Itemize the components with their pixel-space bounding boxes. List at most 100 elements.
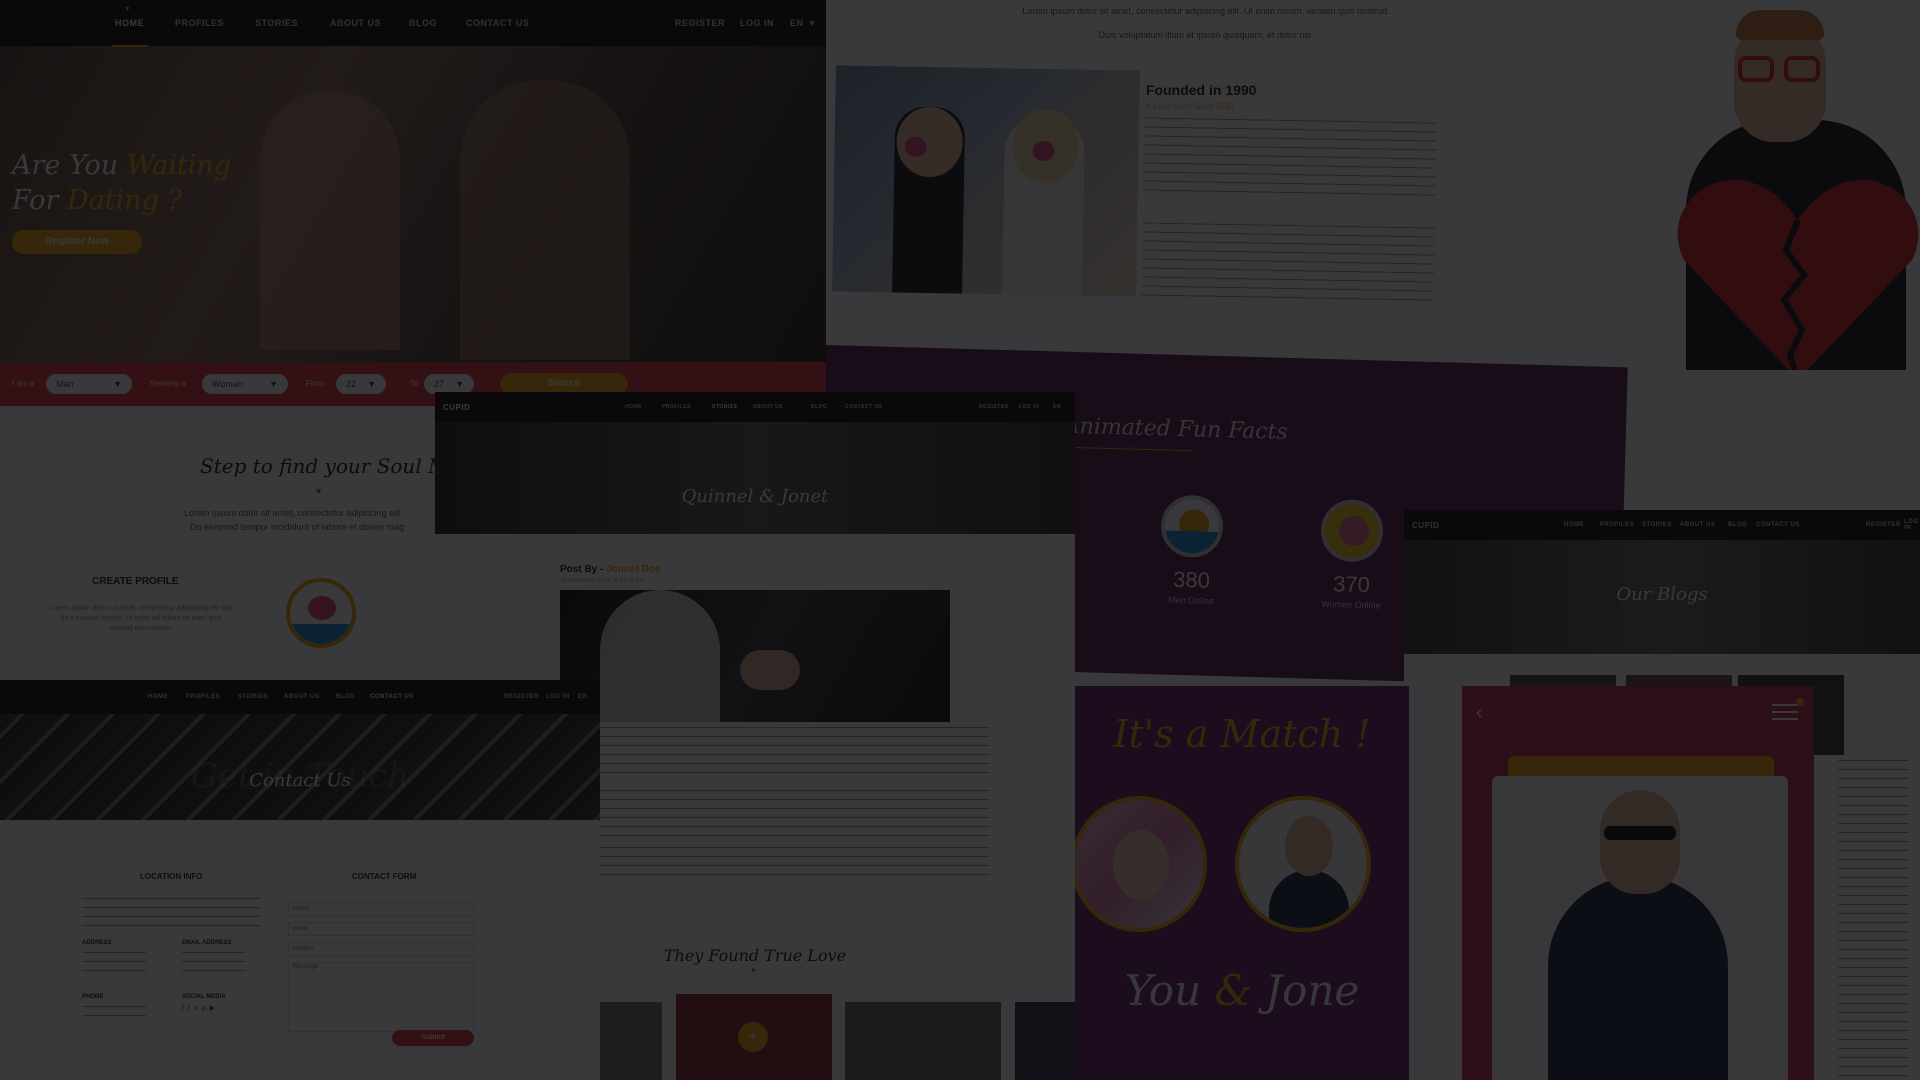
i-am-select[interactable]: Man ▼ — [46, 374, 132, 394]
nav-contact[interactable]: CONTACT US — [466, 18, 529, 28]
nav-blog[interactable]: BLOG — [1728, 522, 1747, 528]
nav-home[interactable]: HOME — [148, 694, 168, 700]
from-age-select[interactable]: 22 ▼ — [336, 374, 386, 394]
post-by-name[interactable]: Jonnet Doe — [606, 564, 660, 575]
subject-input[interactable] — [288, 942, 474, 956]
mobile-mockup: ‹ — [1462, 686, 1814, 1080]
post-by-line: Post By - Jonnet Doe — [560, 564, 661, 575]
match-panel: It's a Match ! You & Jone — [1075, 686, 1409, 1080]
chevron-down-icon: ▼ — [455, 379, 464, 389]
youtube-icon[interactable]: ▶ — [210, 1005, 219, 1012]
nav-stories[interactable]: STORIES — [255, 18, 298, 28]
nav-about[interactable]: ABOUT US — [1680, 522, 1715, 528]
women-online-count: 370 — [1332, 571, 1371, 598]
chevron-down-icon: ▼ — [113, 379, 122, 389]
seeking-select[interactable]: Woman ▼ — [202, 374, 288, 394]
language-select[interactable]: EN — [1053, 404, 1061, 410]
create-profile-title: CREATE PROFILE — [92, 576, 179, 587]
nav-contact[interactable]: CONTACT US — [1756, 522, 1800, 528]
language-select[interactable]: EN — [578, 694, 587, 700]
nav-profiles[interactable]: PROFILES — [186, 694, 220, 700]
language-select[interactable]: EN — [790, 18, 804, 28]
match-title: It's a Match ! — [1113, 712, 1371, 756]
back-icon[interactable]: ‹ — [1476, 702, 1483, 725]
seeking-label: Seeking a — [150, 379, 186, 388]
location-info-text — [82, 898, 260, 926]
nav-home[interactable]: HOME — [1564, 522, 1584, 528]
name-input[interactable] — [288, 902, 474, 916]
register-link[interactable]: REGISTER — [504, 694, 539, 700]
email-heading: EMAIL ADDRESS — [182, 940, 232, 946]
notification-badge — [1796, 698, 1804, 706]
message-textarea[interactable] — [288, 962, 474, 1032]
nav-stories[interactable]: STORIES — [1642, 522, 1672, 528]
post-by-label: Post By - — [560, 564, 604, 575]
nav-blog[interactable]: BLOG — [811, 404, 827, 410]
story-banner-title: Quinnel & Jonet — [681, 486, 829, 507]
create-profile-icon — [286, 578, 356, 648]
hero-title: Are You Waiting For Dating ? — [12, 148, 231, 218]
nav-about[interactable]: ABOUT US — [330, 18, 381, 28]
hero-title-part1: Are You — [12, 150, 119, 181]
nav-stories[interactable]: STORIES — [712, 404, 737, 410]
email-input[interactable] — [288, 922, 474, 936]
to-label: To — [410, 379, 419, 388]
nav-about[interactable]: ABOUT US — [284, 694, 319, 700]
chevron-down-icon: ▼ — [269, 379, 278, 389]
login-link[interactable]: LOG IN — [740, 18, 774, 28]
story-paragraph-3 — [600, 847, 990, 883]
create-profile-text: Lorem ipsum dolor sit amet, consectetur … — [50, 605, 232, 632]
story-paragraph-1 — [600, 727, 990, 775]
submit-button[interactable]: Submit — [392, 1030, 474, 1046]
register-link[interactable]: REGISTER — [675, 18, 725, 28]
nav-blog[interactable]: BLOG — [409, 18, 437, 28]
about-intro-line2: Duis voluptatum illum et ipsum quisquam,… — [1098, 30, 1314, 40]
profile-card[interactable] — [1492, 776, 1788, 1080]
address-text — [82, 952, 146, 978]
register-now-button[interactable]: Register Now — [12, 230, 142, 254]
broken-heart-person-image — [1646, 0, 1920, 370]
social-icons: ftop▶ — [182, 1004, 219, 1012]
to-age-value: 27 — [434, 379, 445, 389]
blog-banner-title: Our Blogs — [1616, 584, 1708, 605]
blog-brand-logo[interactable]: CUPID — [1412, 521, 1439, 530]
nav-about[interactable]: ABOUT US — [753, 404, 783, 410]
love-gallery-4 — [1015, 1002, 1075, 1080]
nav-blog[interactable]: BLOG — [336, 694, 355, 700]
match-photo-woman — [1075, 796, 1207, 932]
nav-home[interactable]: HOME — [625, 404, 642, 410]
nav-contact[interactable]: CONTACT US — [845, 404, 882, 410]
pinterest-icon[interactable]: p — [202, 1005, 210, 1012]
blog-navbar: CUPID HOME PROFILES STORIES ABOUT US BLO… — [1404, 510, 1920, 540]
nav-home[interactable]: HOME — [115, 18, 144, 28]
login-link[interactable]: LOG IN — [1019, 404, 1039, 410]
card-stack-back — [1508, 756, 1774, 776]
register-link[interactable]: REGISTER — [979, 404, 1009, 410]
plus-icon[interactable]: + — [738, 1022, 768, 1052]
men-online-label: Men Online — [1167, 594, 1215, 606]
steps-intro-line2: Do eiusmod tempor incididunt ut labore e… — [190, 522, 405, 532]
nav-contact[interactable]: CONTACT US — [370, 694, 414, 700]
seeking-value: Woman — [212, 379, 243, 389]
match-ampersand: & — [1214, 966, 1252, 1015]
menu-icon[interactable] — [1772, 704, 1798, 720]
login-link[interactable]: LOG IN — [1904, 519, 1920, 531]
about-paragraph-2 — [1141, 222, 1435, 308]
hero-title-part3: For — [12, 185, 59, 216]
story-brand-logo[interactable]: CUPID — [443, 403, 470, 412]
nav-profiles[interactable]: PROFILES — [662, 404, 691, 410]
heart-icon: ♥ — [1128, 443, 1134, 454]
hero-title-part2: Waiting — [126, 150, 231, 181]
register-link[interactable]: REGISTER — [1866, 522, 1901, 528]
instagram-icon[interactable]: o — [194, 1005, 202, 1012]
nav-stories[interactable]: STORIES — [238, 694, 268, 700]
email-text — [182, 952, 246, 978]
login-link[interactable]: LOG IN — [546, 694, 570, 700]
women-online-label: Women Online — [1321, 598, 1381, 611]
chevron-down-icon: ▼ — [367, 379, 376, 389]
heart-icon: ♥ — [751, 966, 756, 975]
to-age-select[interactable]: 27 ▼ — [424, 374, 474, 394]
nav-profiles[interactable]: PROFILES — [175, 18, 224, 28]
nav-profiles[interactable]: PROFILES — [1600, 522, 1634, 528]
heart-icon: ♥ — [316, 486, 322, 496]
